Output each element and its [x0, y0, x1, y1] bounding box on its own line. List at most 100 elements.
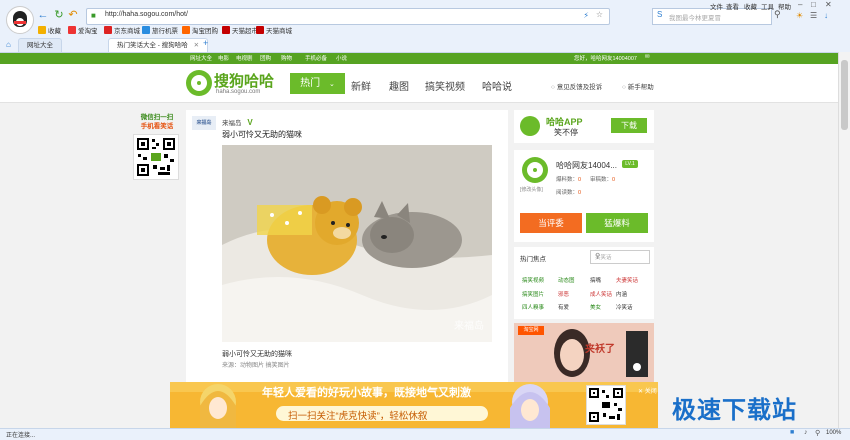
sogou-search-icon: S: [657, 10, 663, 19]
nav-haha-say[interactable]: 哈哈说: [482, 78, 512, 93]
undo-icon[interactable]: ↶: [66, 8, 80, 22]
list-menu-icon[interactable]: ☰: [810, 11, 817, 20]
tab-close-icon[interactable]: ✕: [194, 42, 199, 49]
scrollbar-thumb[interactable]: [841, 60, 848, 130]
app-slogan: 笑不停: [554, 128, 578, 137]
hot-topic-link[interactable]: 动态图: [558, 276, 575, 284]
lightning-icon[interactable]: ⚡: [583, 11, 589, 20]
hot-topic-link[interactable]: 冷笑话: [616, 303, 633, 311]
help-link[interactable]: ○ 新手帮助: [622, 81, 654, 91]
download-site-watermark: 极速下载站: [672, 397, 797, 424]
aitaobao-icon: [68, 26, 76, 34]
hot-topic-link[interactable]: 四人糗事: [522, 303, 544, 311]
taobao-icon: [182, 26, 190, 34]
new-tab-icon[interactable]: +: [203, 38, 208, 48]
user-avatar[interactable]: [522, 157, 548, 183]
sogou-haha-logo-icon[interactable]: [186, 70, 212, 96]
stat-reviews: 审稿数：0: [590, 177, 616, 183]
tab-haha-hot[interactable]: 热门笑话大全 - 搜狗哈哈 ✕: [108, 38, 209, 52]
zoom-level[interactable]: 100%: [826, 430, 841, 436]
promo-headline: 年轻人爱看的好玩小故事，既接地气又刺激: [262, 387, 471, 399]
left-qr-line2: 手机看笑话: [140, 123, 174, 130]
topbar-link[interactable]: 电视剧: [236, 54, 253, 62]
bookmark-favorites[interactable]: 收藏: [38, 26, 61, 38]
nav-fresh[interactable]: 新鲜: [351, 78, 371, 93]
tmall-icon: [222, 26, 230, 34]
back-arrow-icon[interactable]: ←: [36, 8, 50, 22]
hot-topic-link[interactable]: 夫妻笑话: [616, 276, 638, 284]
skin-icon[interactable]: ☀: [796, 11, 803, 20]
be-judge-button[interactable]: 当评委: [520, 213, 582, 233]
search-icon[interactable]: ⚲: [595, 252, 646, 260]
poster-logo[interactable]: 来福岛: [192, 116, 216, 130]
hot-topic-link[interactable]: 搞笑图片: [522, 290, 544, 298]
joke-search-input[interactable]: 关笑话 ⚲: [590, 250, 650, 264]
qq-avatar-icon[interactable]: [6, 6, 34, 34]
hot-topic-link[interactable]: 搞嘴: [590, 276, 601, 284]
secure-shield-icon: ■: [91, 11, 96, 20]
topbar-link[interactable]: 购物: [281, 54, 292, 62]
topbar-link[interactable]: 手机必备: [305, 54, 327, 62]
topbar-link[interactable]: 网址大全: [190, 54, 212, 62]
zoom-icon[interactable]: ⚲: [815, 429, 820, 437]
star-icon[interactable]: ☆: [596, 10, 603, 19]
status-bar: [0, 428, 850, 440]
mail-icon[interactable]: ✉: [645, 54, 650, 60]
submit-joke-button[interactable]: 猛爆料: [586, 213, 648, 233]
topbar-link[interactable]: 电影: [218, 54, 229, 62]
nav-videos[interactable]: 搞笑视频: [425, 78, 465, 93]
bookmark-tmall[interactable]: 天猫商城: [256, 26, 292, 38]
nav-hot[interactable]: 热门 ⌄: [290, 73, 345, 94]
bookmark-tmall-market[interactable]: 天猫超市: [222, 26, 258, 38]
nav-pics[interactable]: 趣图: [389, 78, 409, 93]
status-shield-icon[interactable]: ■: [790, 429, 794, 436]
page-scrollbar[interactable]: [838, 52, 850, 428]
menu-help[interactable]: 帮助: [778, 1, 791, 11]
minimize-icon[interactable]: –: [798, 0, 802, 9]
hot-topic-link[interactable]: 成人笑话: [590, 290, 612, 298]
topbar-link[interactable]: 团购: [260, 54, 271, 62]
poster-name[interactable]: 来福岛 V: [222, 117, 253, 127]
bookmark-aitaobao[interactable]: 爱淘宝: [68, 26, 98, 38]
user-level-badge: LV.1: [622, 160, 638, 168]
download-icon[interactable]: ↓: [824, 11, 828, 20]
menu-file[interactable]: 文件: [710, 1, 723, 11]
topbar-link[interactable]: 小说: [336, 54, 347, 62]
post-source[interactable]: 来源：动物图片 搞笑图片: [222, 360, 290, 369]
menu-view[interactable]: 查看: [726, 1, 739, 11]
menu-favorites[interactable]: 收藏: [744, 1, 757, 11]
star-icon: [38, 26, 46, 34]
hot-topic-link[interactable]: 搞笑视频: [522, 276, 544, 284]
edit-avatar-link[interactable]: [修改头像]: [520, 186, 543, 193]
stat-reads: 阅读数：0: [556, 190, 582, 196]
logo-text[interactable]: 搜狗哈哈: [214, 70, 274, 91]
bookmark-taobao-group[interactable]: 淘宝团购: [182, 26, 218, 38]
menu-tools[interactable]: 工具: [761, 1, 774, 11]
hot-topic-link[interactable]: 内涵: [616, 290, 627, 298]
topbar-user[interactable]: 您好，哈哈网友14004007: [574, 54, 637, 62]
user-name[interactable]: 哈哈网友14004...: [556, 160, 617, 171]
maximize-icon[interactable]: □: [811, 0, 816, 9]
refresh-icon[interactable]: ↻: [52, 8, 66, 22]
post-caption: 弱小可怜又无助的猫咪: [222, 351, 292, 358]
home-icon[interactable]: ⌂: [6, 40, 11, 49]
cat-with-teddy-photo[interactable]: 来福岛: [222, 145, 492, 342]
feedback-link[interactable]: ○ 意见反馈及投诉: [551, 81, 602, 91]
post-title[interactable]: 弱小可怜又无助的猫咪: [222, 129, 302, 140]
help-icon: ○: [622, 84, 626, 91]
hot-topic-link[interactable]: 邪恶: [558, 290, 569, 298]
close-window-icon[interactable]: ✕: [825, 0, 832, 9]
jd-icon: [104, 26, 112, 34]
address-bar[interactable]: ■ http://haha.sogou.com/hot/ ⚡ ☆: [86, 8, 610, 25]
chevron-down-icon: ⌄: [328, 81, 335, 88]
tmall-icon: [256, 26, 264, 34]
tab-hao123[interactable]: 网址大全: [18, 38, 62, 52]
bookmark-flights[interactable]: 旅行机票: [142, 26, 178, 38]
app-download-button[interactable]: 下载: [611, 118, 647, 133]
hot-topic-link[interactable]: 有爱: [558, 303, 569, 311]
bookmark-jd[interactable]: 京东商城: [104, 26, 140, 38]
promo-close-button[interactable]: ✕ 关闭: [638, 386, 657, 395]
hot-topic-link[interactable]: 美女: [590, 303, 601, 311]
speaker-icon[interactable]: ♪: [804, 429, 808, 436]
promo-subline: 扫一扫关注“虎克快读”，轻松休叙: [288, 411, 428, 422]
